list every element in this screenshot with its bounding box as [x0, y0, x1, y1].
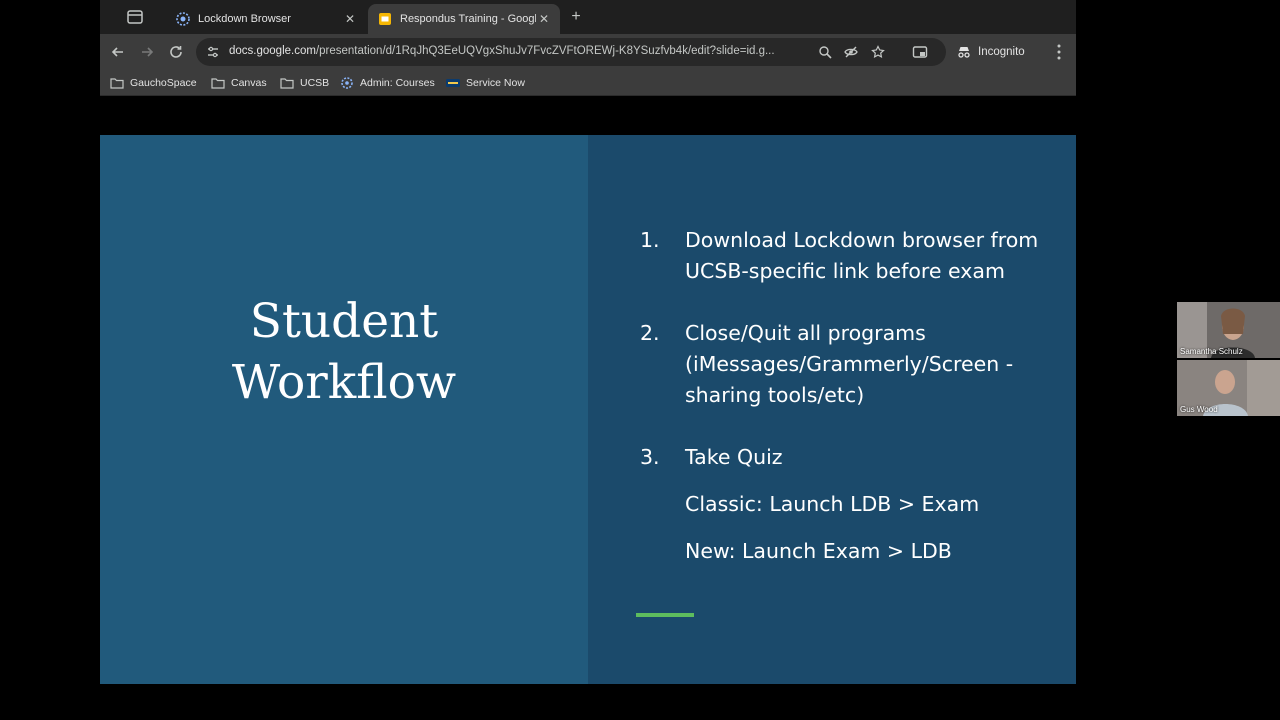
bookmark-label: Admin: Courses: [360, 77, 435, 89]
step-text: Close/Quit all programs (iMessages/Gramm…: [685, 321, 1014, 407]
slide-accent-line: [636, 613, 694, 617]
url-path: /presentation/d/1RqJhQ3EeUQVgxShuJv7FvcZ…: [315, 45, 775, 57]
slide-left-panel: Student Workflow: [100, 135, 588, 684]
site-info-icon[interactable]: [206, 45, 220, 59]
cast-screen-icon[interactable]: [912, 44, 928, 60]
step-number: 1.: [640, 228, 660, 252]
tab-lockdown-browser[interactable]: Lockdown Browser ✕: [166, 4, 366, 34]
tab-title: Lockdown Browser: [198, 13, 291, 25]
url-text: docs.google.com/presentation/d/1RqJhQ3Ee…: [229, 45, 775, 57]
back-arrow-icon[interactable]: [108, 42, 128, 62]
participant-name: Samantha Schulz: [1180, 347, 1243, 356]
browser-window: Lockdown Browser ✕ Respondus Training - …: [100, 0, 1076, 720]
bookmark-label: Canvas: [231, 77, 267, 89]
ucsb-logo-icon: [446, 79, 460, 87]
page-content: Student Workflow 1. Download Lockdown br…: [100, 96, 1076, 720]
slide-title: Student Workflow: [100, 291, 588, 413]
more-menu-icon[interactable]: [1052, 43, 1066, 61]
step-item: 1. Download Lockdown browser from UCSB-s…: [640, 225, 1060, 287]
step-text: Download Lockdown browser from UCSB-spec…: [685, 228, 1039, 283]
zoom-icon[interactable]: [818, 45, 832, 59]
tab-close-icon[interactable]: ✕: [342, 12, 358, 26]
folder-icon: [110, 78, 124, 89]
tab-respondus-training[interactable]: Respondus Training - Google Slides ✕: [368, 4, 560, 34]
tab-strip: Lockdown Browser ✕ Respondus Training - …: [100, 0, 1076, 34]
step-text: Take Quiz: [685, 445, 783, 469]
step-sub-classic: Classic: Launch LDB > Exam: [685, 492, 980, 516]
gear-icon: [341, 77, 353, 89]
url-domain: docs.google.com: [229, 45, 316, 57]
tab-title: Respondus Training - Google Slides: [400, 13, 536, 25]
bookmark-ucsb[interactable]: UCSB: [280, 75, 329, 91]
bookmark-label: UCSB: [300, 77, 330, 89]
step-item: 2. Close/Quit all programs (iMessages/Gr…: [640, 318, 1060, 411]
slide-title-line: Student: [249, 294, 439, 349]
screen: Lockdown Browser ✕ Respondus Training - …: [0, 0, 1280, 720]
new-tab-button[interactable]: +: [566, 7, 586, 27]
tab-search-icon[interactable]: [126, 8, 144, 26]
participant-video[interactable]: Gus Wood: [1177, 360, 1280, 416]
bookmark-gauchospace[interactable]: GauchoSpace: [110, 75, 197, 91]
step-item: 3. Take Quiz: [640, 442, 1060, 473]
step-number: 3.: [640, 445, 660, 469]
incognito-label: Incognito: [978, 46, 1025, 58]
browser-toolbar: docs.google.com/presentation/d/1RqJhQ3Ee…: [100, 34, 1076, 70]
forward-arrow-icon[interactable]: [137, 42, 157, 62]
bookmarks-bar: GauchoSpace Canvas UCSB Admin: Courses S…: [100, 70, 1076, 96]
address-bar[interactable]: docs.google.com/presentation/d/1RqJhQ3Ee…: [196, 38, 946, 66]
participant-video[interactable]: Samantha Schulz: [1177, 302, 1280, 358]
folder-icon: [280, 78, 294, 89]
step-sub-new: New: Launch Exam > LDB: [685, 539, 952, 563]
bookmark-service-now[interactable]: Service Now: [446, 75, 525, 91]
slide-title-line: Workflow: [231, 355, 457, 410]
bookmark-admin-courses[interactable]: Admin: Courses: [340, 75, 435, 91]
bookmark-star-icon[interactable]: [871, 45, 885, 59]
eye-off-icon[interactable]: [844, 45, 858, 59]
google-slides-icon: [379, 13, 391, 25]
bookmark-canvas[interactable]: Canvas: [211, 75, 267, 91]
step-number: 2.: [640, 321, 660, 345]
incognito-indicator[interactable]: Incognito: [956, 40, 1025, 64]
incognito-icon: [958, 47, 970, 58]
respondus-icon: [176, 12, 190, 26]
participant-name: Gus Wood: [1180, 405, 1218, 414]
presentation-slide: Student Workflow 1. Download Lockdown br…: [100, 135, 1076, 684]
reload-icon[interactable]: [166, 42, 186, 62]
folder-icon: [211, 78, 225, 89]
bookmark-label: Service Now: [466, 77, 525, 89]
tab-close-icon[interactable]: ✕: [536, 12, 552, 26]
bookmark-label: GauchoSpace: [130, 77, 197, 89]
workflow-steps: 1. Download Lockdown browser from UCSB-s…: [640, 225, 1060, 567]
